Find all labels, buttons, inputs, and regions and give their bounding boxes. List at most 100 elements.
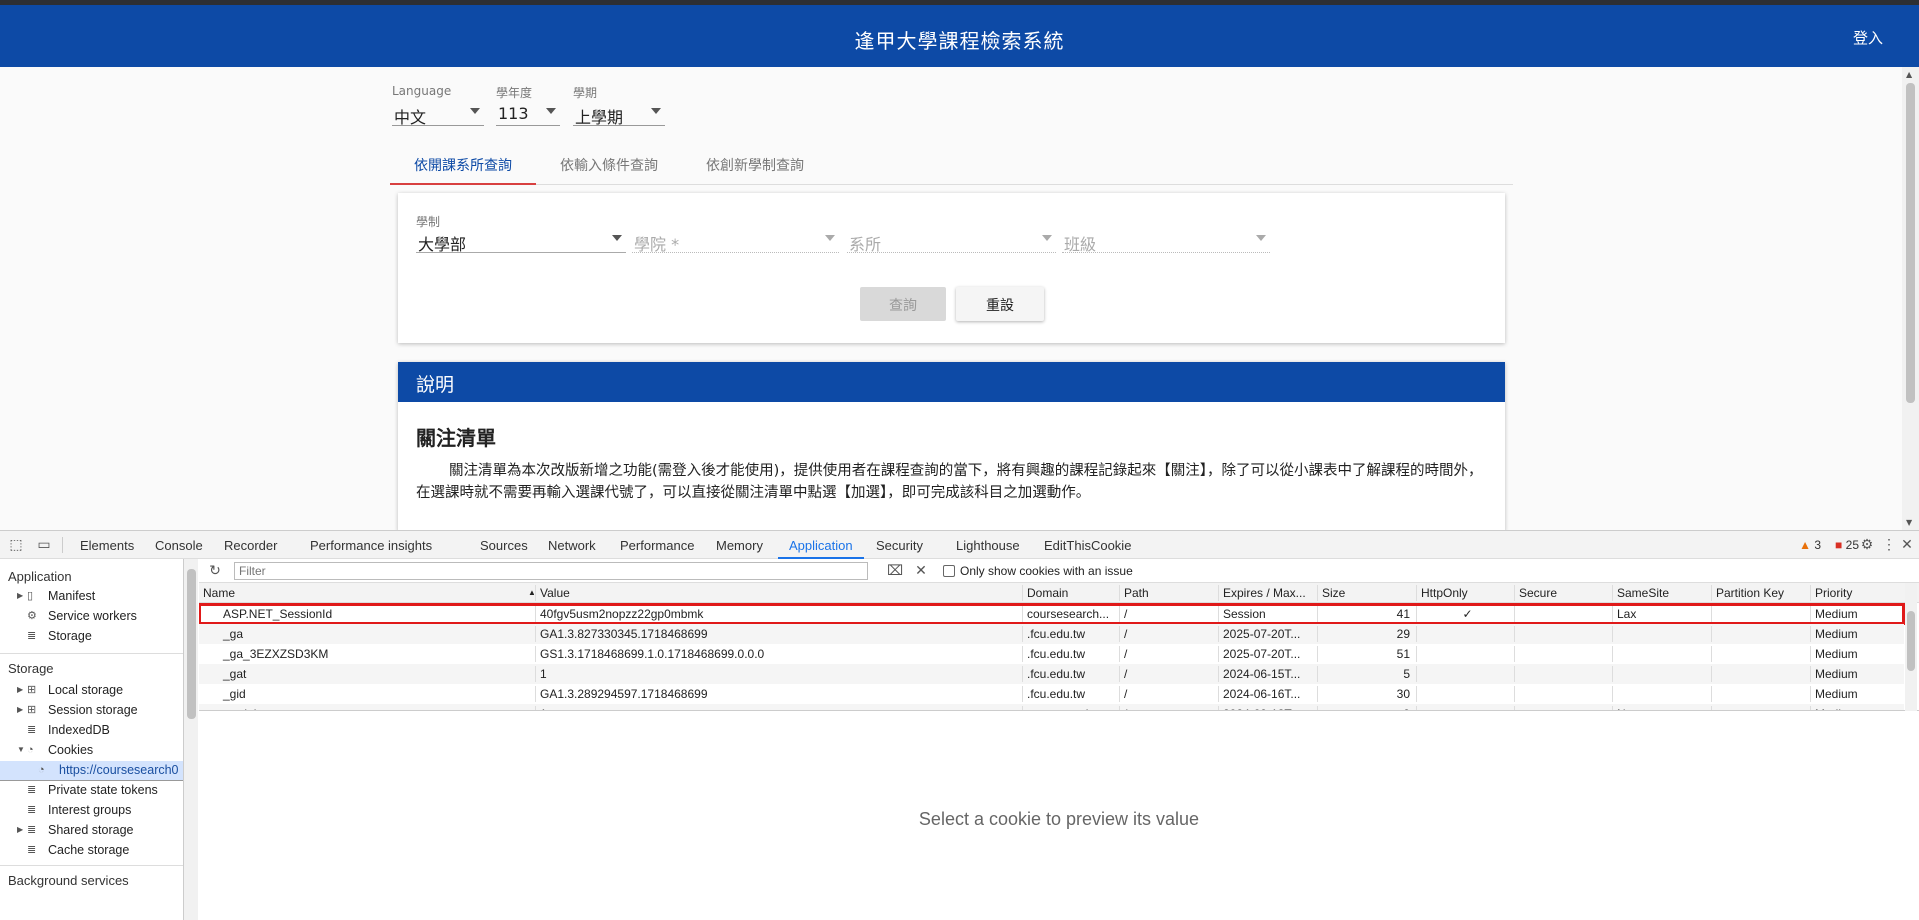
tab-lighthouse[interactable]: Lighthouse xyxy=(956,531,1020,559)
sidebar-item-shared-storage[interactable]: ▶ ≣ Shared storage xyxy=(0,821,183,841)
grid-icon: ⊞ xyxy=(27,704,37,716)
refresh-icon[interactable]: ↻ xyxy=(207,562,223,578)
expand-icon[interactable]: ▶ xyxy=(17,591,23,600)
table-row[interactable]: _ga GA1.3.827330345.1718468699 .fcu.edu.tw… xyxy=(199,624,1904,644)
table-row[interactable]: ASP.NET_SessionId 40fgv5usm2nopzz22gp0mbm… xyxy=(199,603,1905,625)
cell-value: GS1.3.1718468699.1.0.1718468699.0.0.0 xyxy=(535,646,1022,662)
col-partition-key[interactable]: Partition Key xyxy=(1711,585,1810,601)
cookies-pane: ↻ ⌧ ✕ Only show cookies with an issue Na… xyxy=(199,559,1919,920)
col-expires[interactable]: Expires / Max... xyxy=(1218,585,1317,601)
cell-path: / xyxy=(1119,666,1218,682)
chevron-down-icon xyxy=(651,108,661,114)
clear-filtered-icon[interactable]: ⌧ xyxy=(887,562,903,578)
sidebar-item-label: Shared storage xyxy=(48,823,134,837)
sidebar-item-manifest[interactable]: ▶ ▯ Manifest xyxy=(0,587,183,607)
errors-badge[interactable]: ■ 25 xyxy=(1835,538,1859,552)
col-name[interactable]: Name xyxy=(199,585,534,601)
sidebar-item-service-workers[interactable]: ⚙ Service workers xyxy=(0,607,183,627)
sidebar-item-indexeddb[interactable]: ≣ IndexedDB xyxy=(0,721,183,741)
cell-domain: .fcu.edu.tw xyxy=(1022,626,1119,642)
tab-console[interactable]: Console xyxy=(155,531,203,559)
col-httponly[interactable]: HttpOnly xyxy=(1416,585,1514,601)
col-priority[interactable]: Priority xyxy=(1810,585,1904,601)
login-link[interactable]: 登入 xyxy=(1853,27,1883,48)
delete-icon[interactable]: ✕ xyxy=(913,562,929,578)
tab-performance[interactable]: Performance xyxy=(620,531,694,559)
cell-samesite: Lax xyxy=(1612,606,1711,622)
system-select[interactable]: 大學部 xyxy=(416,227,626,254)
expand-icon[interactable]: ▶ xyxy=(17,705,23,714)
chevron-down-icon xyxy=(546,108,556,114)
gear-icon[interactable]: ⚙ xyxy=(1859,536,1875,552)
reset-button[interactable]: 重設 xyxy=(956,287,1044,321)
college-select[interactable]: 學院 * xyxy=(632,227,839,254)
sidebar-item-interest-groups[interactable]: ≣ Interest groups xyxy=(0,801,183,821)
col-secure[interactable]: Secure xyxy=(1514,585,1612,601)
chevron-down-icon xyxy=(612,235,622,241)
col-samesite[interactable]: SameSite xyxy=(1612,585,1711,601)
sort-up-icon[interactable]: ▲ xyxy=(524,585,534,601)
warnings-badge[interactable]: ▲ 3 xyxy=(1799,538,1821,552)
table-row[interactable]: _ga_3EZXZSD3KM GS1.3.1718468699.1.0.17184… xyxy=(199,644,1904,664)
tab-security[interactable]: Security xyxy=(876,531,923,559)
tab-by-condition[interactable]: 依輸入條件查詢 xyxy=(536,145,682,185)
sidebar-item-storage[interactable]: ≣ Storage xyxy=(0,627,183,647)
only-issues-checkbox[interactable] xyxy=(943,565,955,577)
col-domain[interactable]: Domain xyxy=(1022,585,1119,601)
col-value[interactable]: Value xyxy=(535,585,1022,601)
expand-icon[interactable]: ▶ xyxy=(17,825,23,834)
tab-performance-insights[interactable]: Performance insights xyxy=(310,531,432,559)
department-select[interactable]: 系所 xyxy=(847,227,1056,254)
collapse-icon[interactable]: ▼ xyxy=(17,745,25,754)
scroll-down-icon[interactable]: ▼ xyxy=(1906,518,1912,527)
scroll-thumb[interactable] xyxy=(187,569,196,719)
table-row[interactable]: _gid GA1.3.289294597.1718468699 .fcu.edu.t… xyxy=(199,684,1904,704)
tab-sources[interactable]: Sources xyxy=(480,531,528,559)
col-size[interactable]: Size xyxy=(1317,585,1416,601)
more-options-icon[interactable]: ⋮ xyxy=(1881,536,1897,552)
cell-secure xyxy=(1514,626,1612,642)
cell-domain: .fcu.edu.tw xyxy=(1022,686,1119,702)
device-toggle-icon[interactable]: ▭ xyxy=(36,536,52,552)
scroll-thumb[interactable] xyxy=(1907,611,1915,671)
page-content: Language 中文 學年度 113 學期 上學期 依開課系所查詢 依輸入條件… xyxy=(0,67,1919,530)
table-row[interactable]: ar_debug1.www.google-.../2024-09-13T...9… xyxy=(199,704,1904,710)
class-select[interactable]: 班級 xyxy=(1062,227,1270,254)
sidebar-item-label: https://coursesearch0 xyxy=(59,763,179,777)
sidebar-scrollbar[interactable] xyxy=(184,559,198,920)
system-value: 大學部 xyxy=(418,235,467,254)
close-icon[interactable]: ✕ xyxy=(1899,536,1915,552)
query-button[interactable]: 查詢 xyxy=(860,287,946,321)
term-select[interactable]: 上學期 xyxy=(573,100,665,127)
expand-icon[interactable]: ▶ xyxy=(17,685,23,694)
tab-by-innovation[interactable]: 依創新學制查詢 xyxy=(682,145,828,185)
page-scrollbar[interactable]: ▲ ▼ xyxy=(1902,67,1919,530)
tab-by-department[interactable]: 依開課系所查詢 xyxy=(390,145,536,185)
tab-application[interactable]: Application xyxy=(778,531,864,559)
department-placeholder: 系所 xyxy=(849,235,882,254)
inspect-icon[interactable]: ⬚ xyxy=(8,536,24,552)
table-scrollbar[interactable] xyxy=(1905,583,1917,711)
sidebar-item-private-state-tokens[interactable]: ≣ Private state tokens xyxy=(0,781,183,801)
sidebar-item-cookie-origin[interactable]: ◔ https://coursesearch0 xyxy=(0,761,183,781)
year-select[interactable]: 113 xyxy=(496,100,560,126)
sidebar-item-local-storage[interactable]: ▶ ⊞ Local storage xyxy=(0,681,183,701)
tab-elements[interactable]: Elements xyxy=(80,531,134,559)
filter-input[interactable] xyxy=(234,562,868,580)
cell-value: GA1.3.827330345.1718468699 xyxy=(535,626,1022,642)
col-path[interactable]: Path xyxy=(1119,585,1218,601)
tab-editthiscookie[interactable]: EditThisCookie xyxy=(1044,531,1131,559)
scroll-up-icon[interactable]: ▲ xyxy=(1906,70,1912,79)
tab-recorder[interactable]: Recorder xyxy=(224,531,277,559)
sidebar-application-header: Application xyxy=(8,569,72,584)
sidebar-item-cookies[interactable]: ▼ ◔ Cookies xyxy=(0,741,183,761)
tab-memory[interactable]: Memory xyxy=(716,531,763,559)
sidebar-item-session-storage[interactable]: ▶ ⊞ Session storage xyxy=(0,701,183,721)
cell-samesite xyxy=(1612,646,1711,662)
table-row[interactable]: _gat 1 .fcu.edu.tw/2024-06-15T... 5 Medium xyxy=(199,664,1904,684)
sidebar-item-cache-storage[interactable]: ≣ Cache storage xyxy=(0,841,183,861)
toolbar-divider xyxy=(62,537,63,553)
tab-network[interactable]: Network xyxy=(548,531,596,559)
language-select[interactable]: 中文 xyxy=(392,100,484,127)
scroll-thumb[interactable] xyxy=(1906,83,1915,403)
